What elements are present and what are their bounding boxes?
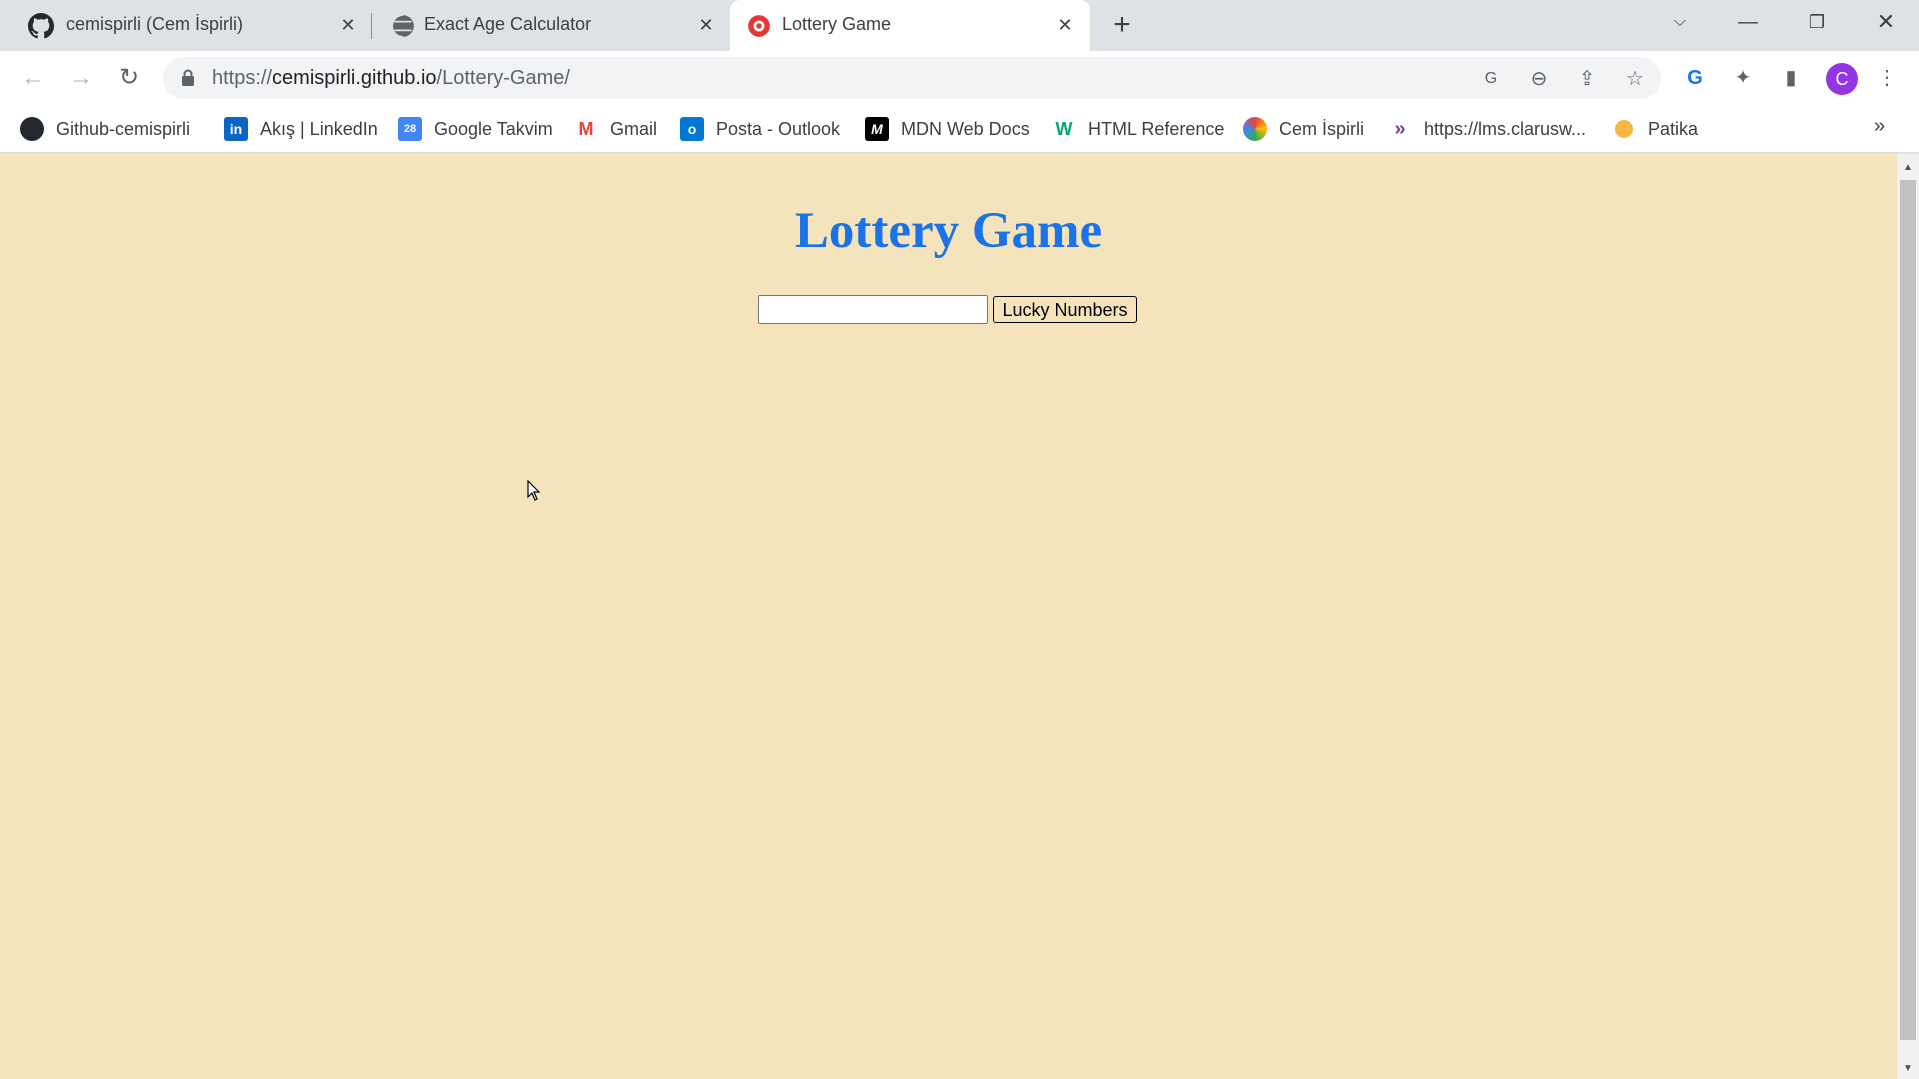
globe-icon [391,14,414,38]
bookmark-label: Akış | LinkedIn [260,118,378,139]
scroll-up-arrow-icon[interactable]: ▲ [1897,158,1919,178]
tab-lottery-game[interactable]: Lottery Game ✕ [730,0,1090,51]
gmail-icon: M [574,117,598,141]
tab-title: cemispirli (Cem İspirli) [66,14,244,34]
tab-title: Exact Age Calculator [424,14,592,34]
restore-icon[interactable]: ❐ [1797,6,1837,38]
bookmarks-overflow-icon[interactable]: » [1874,115,1885,138]
bookmark-linkedin[interactable]: in Akış | LinkedIn [224,115,378,143]
lottery-number-input[interactable] [758,295,988,324]
bookmarks-bar: Github-cemispirli in Akış | LinkedIn 28 … [0,105,1919,153]
bookmark-label: Posta - Outlook [716,118,841,139]
url-scheme: https:// [212,67,273,89]
bookmark-google-calendar[interactable]: 28 Google Takvim [398,115,553,143]
bookmark-label: Cem İspirli [1279,118,1365,139]
github-icon [20,117,44,141]
bookmark-label: Gmail [610,118,658,139]
w3-icon: W [1052,117,1076,141]
bookmark-label: MDN Web Docs [901,118,1030,139]
google-calendar-icon: 28 [398,117,422,141]
tab-strip: cemispirli (Cem İspirli) ✕ Exact Age Cal… [0,0,1919,51]
bookmark-star-icon[interactable]: ☆ [1621,65,1649,93]
clarusway-icon: » [1388,117,1412,141]
translate-icon[interactable]: G [1477,65,1505,93]
bookmark-cem-ispirli[interactable]: Cem İspirli [1243,115,1364,143]
share-icon[interactable]: ⇪ [1573,65,1601,93]
bookmark-label: Github-cemispirli [56,118,191,139]
mdn-icon: M [865,117,889,141]
scroll-down-arrow-icon[interactable]: ▼ [1897,1059,1919,1079]
bookmark-mdn[interactable]: M MDN Web Docs [865,115,1030,143]
page-title: Lottery Game [794,203,1103,259]
new-tab-icon[interactable]: + [1106,10,1138,42]
extensions-puzzle-icon[interactable]: ✦ [1728,63,1758,93]
tab-search-icon[interactable]: ⌵ [1660,6,1700,38]
forward-icon[interactable]: → [66,63,96,93]
url-path: /Lottery-Game/ [436,67,570,89]
tab-title: Lottery Game [782,14,892,34]
linkedin-icon: in [224,117,248,141]
lucky-numbers-button[interactable]: Lucky Numbers [993,296,1137,323]
lottery-favicon-icon [748,15,770,37]
swirl-icon [1243,117,1267,141]
lock-icon [182,69,194,86]
zoom-icon[interactable]: ⊖ [1525,65,1553,93]
tab-github[interactable]: cemispirli (Cem İspirli) ✕ [0,0,356,51]
bookmark-label: Patika [1648,118,1699,139]
bookmark-patika[interactable]: Patika [1612,115,1698,143]
profile-avatar[interactable]: C [1826,63,1858,95]
toolbar: ← → ↻ https://cemispirli.github.io/Lotte… [0,51,1919,105]
reload-icon[interactable]: ↻ [114,63,144,93]
google-translate-extension-icon[interactable]: G [1680,63,1710,93]
bookmark-label: Google Takvim [434,118,553,139]
bookmark-outlook[interactable]: o Posta - Outlook [680,115,840,143]
side-panel-icon[interactable]: ▮ [1776,63,1806,93]
window-close-icon[interactable]: ✕ [1866,6,1906,38]
address-bar[interactable]: https://cemispirli.github.io/Lottery-Gam… [163,57,1661,99]
mouse-cursor-icon [527,480,541,501]
bookmark-clarusway[interactable]: » https://lms.clarusw... [1388,115,1586,143]
url-host: cemispirli.github.io [272,67,437,89]
bookmark-html-reference[interactable]: W HTML Reference [1052,115,1224,143]
close-icon[interactable]: ✕ [1052,12,1078,38]
url-text: https://cemispirli.github.io/Lottery-Gam… [212,67,570,90]
close-icon[interactable]: ✕ [693,12,719,38]
bookmark-label: https://lms.clarusw... [1424,118,1587,139]
page-content: Lottery Game Lucky Numbers [0,154,1897,1079]
minimize-icon[interactable]: — [1728,6,1768,38]
tab-age-calculator[interactable]: Exact Age Calculator ✕ [360,0,720,51]
bookmark-label: HTML Reference [1088,118,1225,139]
scrollbar-thumb[interactable] [1900,180,1916,1040]
patika-icon [1615,120,1633,138]
bookmark-github[interactable]: Github-cemispirli [20,115,190,143]
back-icon[interactable]: ← [18,63,48,93]
outlook-icon: o [680,117,704,141]
close-icon[interactable]: ✕ [335,12,361,38]
bookmark-gmail[interactable]: M Gmail [574,115,657,143]
vertical-scrollbar[interactable]: ▲ ▼ [1897,154,1919,1079]
menu-kebab-icon[interactable]: ⋮ [1872,63,1902,93]
github-icon [28,13,54,39]
